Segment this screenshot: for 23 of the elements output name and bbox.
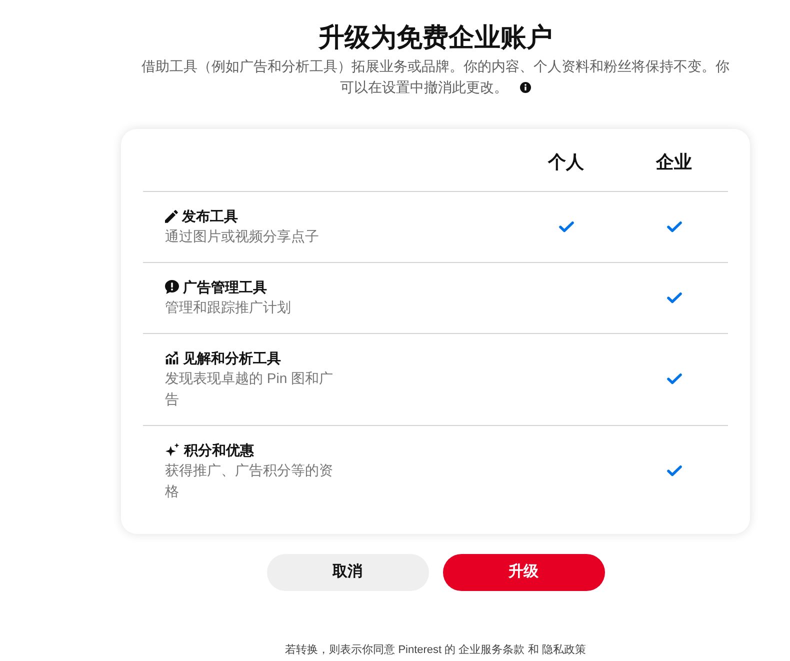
alert-bubble-icon: [165, 280, 179, 294]
subtitle: 可以在设置中撤消此更改。: [340, 78, 508, 97]
terms-notice: 若转换，则表示你同意 Pinterest 的 企业服务条款 和 隐私政策: [285, 643, 586, 657]
info-icon[interactable]: [520, 82, 531, 93]
feature-title: 积分和优惠: [184, 441, 254, 460]
feature-title: 广告管理工具: [183, 278, 267, 297]
feature-description: 通过图片或视频分享点子: [165, 227, 320, 246]
feature-description: 获得推广、广告积分等的资格: [165, 461, 334, 501]
page-title: 升级为免费企业账户: [318, 21, 552, 54]
cancel-button[interactable]: 取消: [266, 554, 428, 591]
feature-description: 管理和跟踪推广计划: [165, 298, 292, 317]
feature-title: 见解和分析工具: [183, 349, 281, 368]
feature-description: 发现表现卓越的 Pin 图和广告: [165, 369, 334, 409]
upgrade-button[interactable]: 升级: [442, 554, 604, 591]
subtitle: 借助工具（例如广告和分析工具）拓展业务或品牌。你的内容、个人资料和粉丝将保持不变。你: [142, 57, 730, 76]
pencil-icon: [165, 210, 178, 222]
privacy-link[interactable]: 隐私政策: [542, 644, 586, 656]
column-header: 企业: [656, 151, 692, 173]
column-header: 个人: [548, 151, 584, 173]
sparkle-icon: [165, 443, 180, 457]
feature-title: 发布工具: [182, 207, 238, 226]
terms-link[interactable]: 企业服务条款: [458, 644, 525, 656]
growth-chart-icon: [165, 351, 179, 365]
